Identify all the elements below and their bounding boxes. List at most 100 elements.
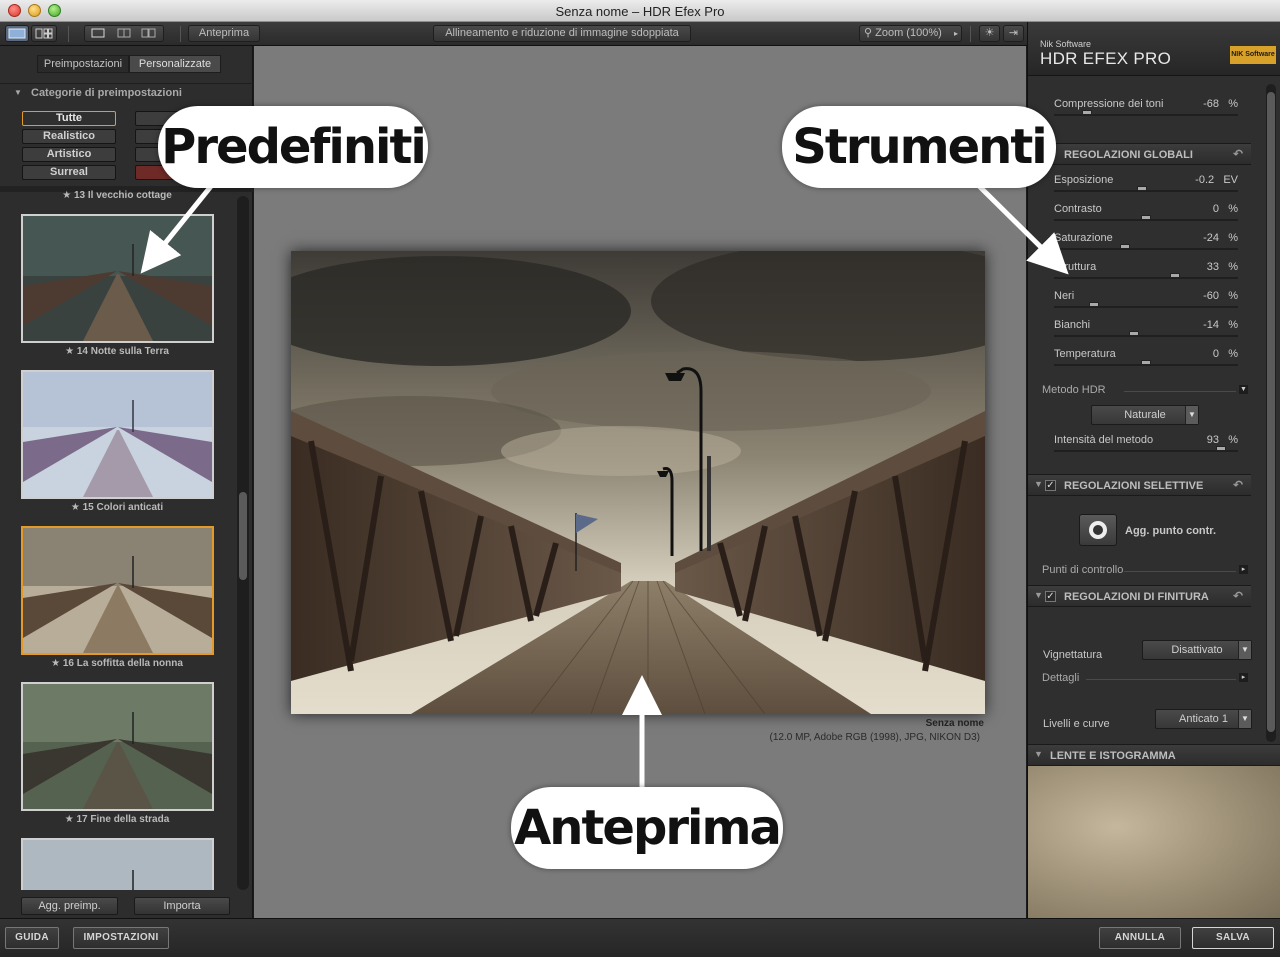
toolbar-separator bbox=[68, 26, 69, 42]
help-button[interactable]: GUIDA bbox=[5, 927, 59, 949]
dropdown-arrow-icon: ▼ bbox=[1238, 710, 1251, 728]
reset-icon[interactable]: ↶ bbox=[1233, 589, 1243, 603]
vignette-dropdown[interactable]: Disattivato ▼ bbox=[1142, 640, 1252, 660]
details-row[interactable]: Dettagli ▸ bbox=[1042, 672, 1248, 686]
section-finishing-adjustments[interactable]: ▼ ✓ REGOLAZIONI DI FINITURA ↶ bbox=[1028, 585, 1251, 607]
collapse-triangle-icon: ▼ bbox=[1034, 590, 1043, 600]
star-icon: ★ bbox=[51, 658, 61, 669]
preset-thumbnail-selected[interactable] bbox=[21, 526, 214, 655]
add-preset-button[interactable]: Agg. preimp. bbox=[21, 897, 118, 915]
star-icon: ★ bbox=[64, 814, 74, 825]
zoom-label: Zoom (100%) bbox=[875, 27, 942, 39]
slider-knob[interactable] bbox=[1082, 110, 1092, 115]
slider-knob[interactable] bbox=[1120, 244, 1130, 249]
slider-method-intensity[interactable]: Intensità del metodo 93 % bbox=[1054, 434, 1238, 460]
preset-label: ★ 17 Fine della strada bbox=[64, 814, 170, 825]
control-point-icon bbox=[1089, 521, 1107, 539]
preset-thumbnail[interactable] bbox=[21, 838, 214, 890]
collapse-triangle-icon: ▼ bbox=[14, 88, 22, 97]
bottom-bar: GUIDA IMPOSTAZIONI ANNULLA SALVA bbox=[0, 918, 1280, 957]
magnifier-icon: ⚲ bbox=[864, 27, 873, 39]
cancel-button[interactable]: ANNULLA bbox=[1099, 927, 1181, 949]
preset-thumbnail[interactable] bbox=[21, 682, 214, 811]
dropdown-arrow-icon: ▼ bbox=[1238, 641, 1251, 659]
presets-scrollbar-thumb[interactable] bbox=[239, 492, 247, 580]
reset-icon[interactable]: ↶ bbox=[1233, 147, 1243, 161]
preview-image[interactable] bbox=[291, 251, 985, 714]
categories-header[interactable]: ▼ Categorie di preimpostazioni bbox=[0, 83, 253, 103]
category-artistic-button[interactable]: Artistico bbox=[22, 147, 116, 162]
dropdown-arrow-icon: ▼ bbox=[1185, 406, 1198, 424]
save-button[interactable]: SALVA bbox=[1192, 927, 1274, 949]
hdr-method-row[interactable]: Metodo HDR ▼ bbox=[1042, 384, 1248, 398]
tools-scrollbar[interactable] bbox=[1266, 84, 1276, 742]
finishing-enable-checkbox[interactable]: ✓ bbox=[1045, 591, 1056, 602]
selective-enable-checkbox[interactable]: ✓ bbox=[1045, 480, 1056, 491]
expand-arrow-icon[interactable]: ▼ bbox=[1239, 385, 1248, 394]
slider-knob[interactable] bbox=[1216, 446, 1226, 451]
preset-thumbnail[interactable] bbox=[21, 214, 214, 343]
lightbulb-icon[interactable]: ☀ bbox=[979, 25, 1000, 42]
tools-panel: Nik Software HDR EFEX PRO NIK Software C… bbox=[1027, 22, 1280, 918]
add-control-point-button[interactable] bbox=[1079, 514, 1117, 546]
slider-knob[interactable] bbox=[1170, 273, 1180, 278]
vignette-label: Vignettatura bbox=[1043, 649, 1103, 661]
expand-arrow-icon[interactable]: ▸ bbox=[1239, 673, 1248, 682]
tab-presets[interactable]: Preimpostazioni bbox=[37, 55, 129, 73]
brand-header: Nik Software HDR EFEX PRO NIK Software bbox=[1028, 22, 1280, 76]
slider-knob[interactable] bbox=[1141, 360, 1151, 365]
tools-scrollbar-thumb[interactable] bbox=[1267, 92, 1275, 732]
single-layout-icon bbox=[91, 28, 105, 38]
slider-temperatura[interactable]: Temperatura 0 % bbox=[1054, 348, 1238, 374]
exit-icon[interactable]: ⇥ bbox=[1003, 25, 1024, 42]
hdr-method-dropdown[interactable]: Naturale ▼ bbox=[1091, 405, 1199, 425]
callout-preview: Anteprima bbox=[511, 787, 783, 869]
slider-struttura[interactable]: Struttura 33 % bbox=[1054, 261, 1238, 287]
category-realistic-button[interactable]: Realistico bbox=[22, 129, 116, 144]
slider-knob[interactable] bbox=[1089, 302, 1099, 307]
callout-presets: Predefiniti bbox=[158, 106, 428, 188]
slider-knob[interactable] bbox=[1141, 215, 1151, 220]
brand-small: Nik Software bbox=[1040, 39, 1092, 49]
slider-bianchi[interactable]: Bianchi -14 % bbox=[1054, 319, 1238, 345]
add-control-point-label: Agg. punto contr. bbox=[1125, 525, 1217, 537]
align-ghost-reduction-button[interactable]: Allineamento e riduzione di immagine sdo… bbox=[433, 25, 691, 42]
tab-custom[interactable]: Personalizzate bbox=[129, 55, 221, 73]
import-button[interactable]: Importa bbox=[134, 897, 230, 915]
grid-view-icon[interactable] bbox=[31, 25, 57, 42]
callout-tools: Strumenti bbox=[782, 106, 1056, 188]
image-title: Senza nome bbox=[925, 718, 984, 729]
settings-button[interactable]: IMPOSTAZIONI bbox=[73, 927, 169, 949]
preset-label: ★ 14 Notte sulla Terra bbox=[65, 346, 169, 357]
slider-neri[interactable]: Neri -60 % bbox=[1054, 290, 1238, 316]
slider-saturazione[interactable]: Saturazione -24 % bbox=[1054, 232, 1238, 258]
preset-thumbnail[interactable] bbox=[21, 370, 214, 499]
preview-toggle-button[interactable]: Anteprima bbox=[188, 25, 260, 42]
section-selective-adjustments[interactable]: ▼ ✓ REGOLAZIONI SELETTIVE ↶ bbox=[1028, 474, 1251, 496]
window-title: Senza nome – HDR Efex Pro bbox=[555, 4, 725, 19]
slider-knob[interactable] bbox=[1129, 331, 1139, 336]
nik-logo: NIK Software bbox=[1230, 46, 1276, 64]
loupe-view bbox=[1028, 766, 1280, 918]
section-global-adjustments[interactable]: REGOLAZIONI GLOBALI ↶ bbox=[1028, 143, 1251, 165]
single-view-icon[interactable] bbox=[5, 25, 29, 42]
levels-curves-label: Livelli e curve bbox=[1043, 718, 1110, 730]
collapse-triangle-icon: ▼ bbox=[1034, 479, 1043, 489]
slider-knob[interactable] bbox=[1137, 186, 1147, 191]
toolbar-separator bbox=[970, 26, 971, 42]
toolbar-separator bbox=[180, 26, 181, 42]
slider-contrasto[interactable]: Contrasto 0 % bbox=[1054, 203, 1238, 229]
levels-curves-dropdown[interactable]: Anticato 1 ▼ bbox=[1155, 709, 1252, 729]
reset-icon[interactable]: ↶ bbox=[1233, 478, 1243, 492]
categories-title: Categorie di preimpostazioni bbox=[31, 87, 182, 99]
category-all-button[interactable]: Tutte bbox=[22, 111, 116, 126]
preset-label: ★ 16 La soffitta della nonna bbox=[51, 658, 183, 669]
section-loupe-histogram[interactable]: ▼ LENTE E ISTOGRAMMA bbox=[1028, 744, 1280, 766]
layout-buttons bbox=[84, 25, 164, 42]
slider-esposizione[interactable]: Esposizione -0.2 EV bbox=[1054, 174, 1238, 200]
slider-tone-compression[interactable]: Compressione dei toni -68 % bbox=[1054, 98, 1238, 124]
zoom-control[interactable]: ⚲ Zoom (100%) ▸ bbox=[859, 25, 962, 42]
expand-arrow-icon[interactable]: ▸ bbox=[1239, 565, 1248, 574]
control-points-row[interactable]: Punti di controllo ▸ bbox=[1042, 564, 1248, 578]
category-surreal-button[interactable]: Surreal bbox=[22, 165, 116, 180]
